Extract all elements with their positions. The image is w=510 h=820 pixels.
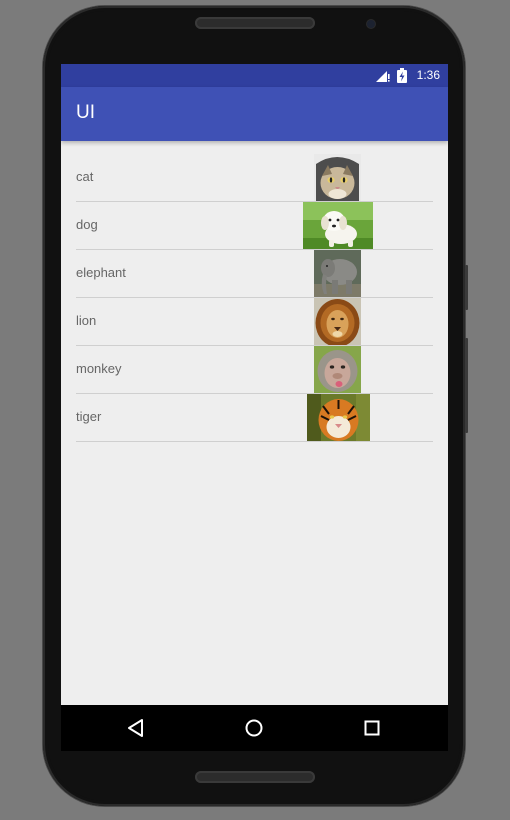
recents-icon[interactable]: [361, 717, 383, 739]
list-item-label: dog: [76, 217, 98, 232]
status-time: 1:36: [416, 68, 440, 82]
tiger-photo: [307, 394, 370, 441]
list-item-label: tiger: [76, 409, 102, 424]
device-screen: 1:36 UI cat dog elephant lion monkey tig…: [61, 64, 448, 705]
dog-photo: [303, 202, 373, 249]
top-speaker: [195, 17, 315, 29]
app-title: UI: [76, 102, 95, 123]
home-icon[interactable]: [243, 717, 265, 739]
animal-list[interactable]: cat dog elephant lion monkey tiger: [76, 154, 433, 442]
app-bar: UI: [61, 87, 448, 141]
battery-charging-icon: [397, 68, 407, 83]
list-item[interactable]: dog: [76, 202, 433, 250]
status-bar: 1:36: [61, 64, 448, 87]
monkey-photo: [314, 346, 361, 393]
elephant-photo: [314, 250, 361, 297]
list-item-label: monkey: [76, 361, 122, 376]
list-item[interactable]: cat: [76, 154, 433, 202]
list-item[interactable]: elephant: [76, 250, 433, 298]
list-item-label: elephant: [76, 265, 126, 280]
lion-photo: [314, 298, 361, 345]
navigation-bar: [61, 705, 448, 751]
list-item-label: lion: [76, 313, 97, 328]
signal-icon: [376, 71, 390, 82]
front-camera: [367, 20, 375, 28]
power-button: [465, 338, 468, 433]
list-item[interactable]: lion: [76, 298, 433, 346]
cat-photo: [314, 154, 361, 201]
list-item-label: cat: [76, 169, 94, 184]
back-icon[interactable]: [125, 717, 147, 739]
bottom-speaker: [195, 771, 315, 783]
list-item[interactable]: tiger: [76, 394, 433, 442]
volume-button: [465, 265, 468, 310]
list-item[interactable]: monkey: [76, 346, 433, 394]
